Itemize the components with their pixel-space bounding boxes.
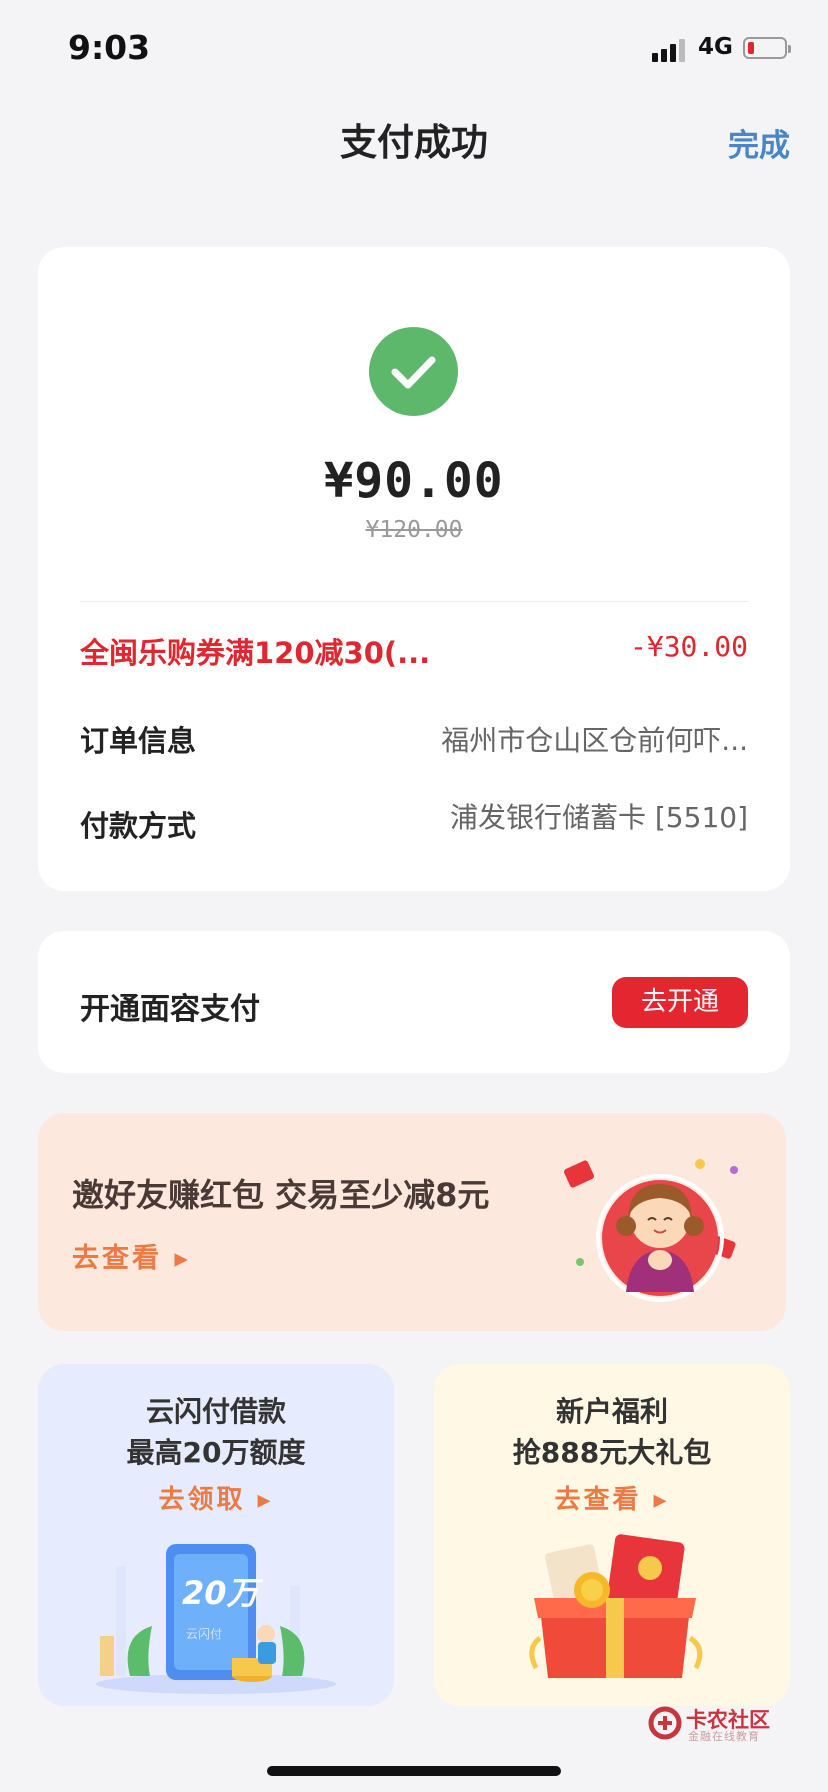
paid-amount: ¥90.00 xyxy=(324,453,504,509)
girl-illustration-icon xyxy=(563,1159,738,1302)
payment-method-label: 付款方式 xyxy=(80,809,197,843)
page-title: 支付成功 xyxy=(340,121,488,164)
loan-art-brand: 云闪付 xyxy=(186,1627,222,1641)
status-time: 9:03 xyxy=(68,28,151,67)
payment-method-value: 浦发银行储蓄卡 [5510] xyxy=(449,801,748,834)
phone-loan-illustration-icon: 20万 云闪付 xyxy=(96,1544,336,1694)
watermark-subtext: 金融在线教育 xyxy=(688,1730,760,1743)
enable-face-pay-button[interactable]: 去开通 xyxy=(612,977,748,1028)
gift-view-link[interactable]: 去查看 ▸ xyxy=(434,1479,790,1516)
loan-art-amount: 20万 xyxy=(182,1574,264,1612)
signal-icon xyxy=(652,39,685,62)
original-amount: ¥120.00 xyxy=(365,517,463,543)
coupon-label: 全闽乐购券满120减30(... xyxy=(80,636,431,670)
loan-subtitle: 最高20万额度 xyxy=(126,1436,306,1469)
order-info-label: 订单信息 xyxy=(80,724,197,758)
order-info-value[interactable]: 福州市仓山区仓前何吓... xyxy=(441,719,748,759)
invite-view-link[interactable]: 去查看 ▸ xyxy=(72,1236,191,1275)
invite-title: 邀好友赚红包 交易至少减8元 xyxy=(72,1176,490,1214)
home-indicator[interactable] xyxy=(267,1766,561,1776)
gift-box-icon xyxy=(529,1534,703,1678)
gift-subtitle: 抢888元大礼包 xyxy=(512,1436,712,1469)
divider xyxy=(80,601,748,602)
gift-title: 新户福利 xyxy=(555,1395,668,1428)
battery-icon xyxy=(743,37,791,59)
coupon-discount: -¥30.00 xyxy=(629,630,748,663)
network-type: 4G xyxy=(698,34,733,60)
kanong-logo-icon xyxy=(648,1706,682,1740)
loan-claim-link[interactable]: 去领取 ▸ xyxy=(38,1479,394,1516)
face-pay-label: 开通面容支付 xyxy=(80,992,260,1027)
loan-title: 云闪付借款 xyxy=(145,1395,286,1428)
success-check-icon xyxy=(369,327,458,416)
done-button[interactable]: 完成 xyxy=(728,120,790,165)
